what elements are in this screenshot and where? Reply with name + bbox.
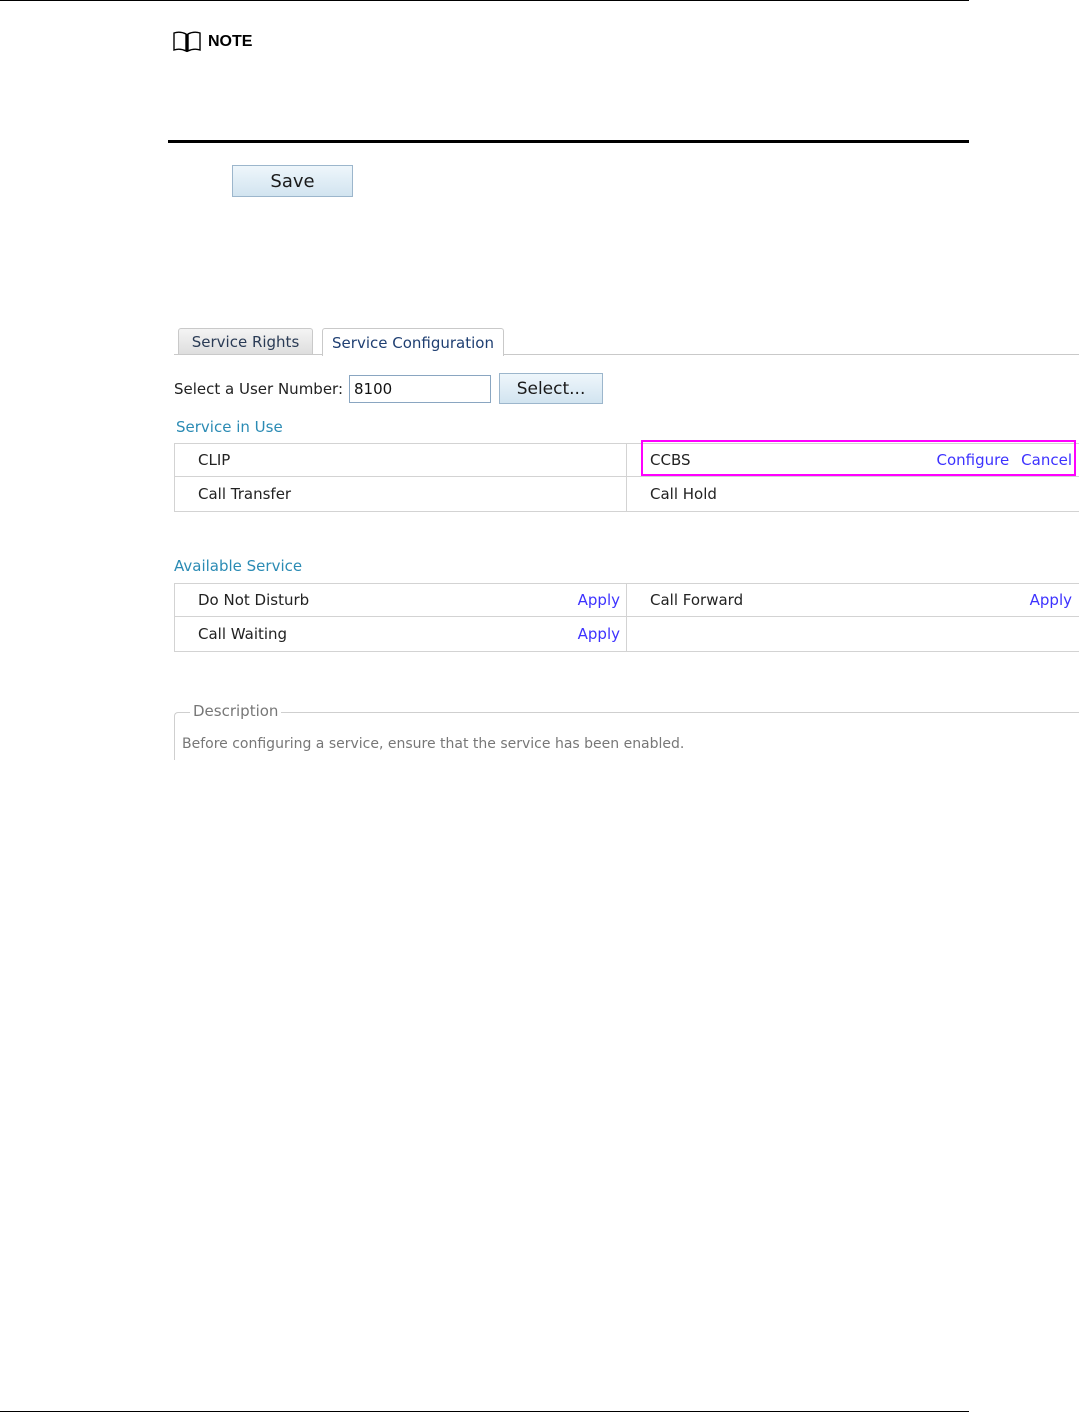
service-name: Call Hold (650, 485, 717, 503)
select-button[interactable]: Select... (499, 373, 604, 404)
page-top-rule (0, 0, 969, 1)
service-cell-call-transfer: Call Transfer (175, 477, 627, 511)
service-cell-call-hold: Call Hold (627, 477, 1078, 511)
service-name: CCBS (650, 451, 691, 469)
page-bottom-rule (0, 1411, 969, 1412)
table-row: Call Waiting Apply (175, 617, 1079, 651)
tab-bar: Service Rights Service Configuration (174, 326, 1079, 356)
service-in-use-table: CLIP CCBS Configure Cancel Call Transfer… (174, 443, 1079, 512)
table-row: Do Not Disturb Apply Call Forward Apply (175, 584, 1079, 617)
table-row: Call Transfer Call Hold (175, 477, 1079, 511)
service-name: Do Not Disturb (198, 591, 310, 609)
available-service-title: Available Service (174, 557, 303, 575)
apply-link[interactable]: Apply (578, 591, 620, 609)
service-configuration-panel: Service Rights Service Configuration Sel… (174, 326, 1079, 760)
empty-cell (627, 617, 1078, 651)
description-box: Description Before configuring a service… (174, 702, 1079, 760)
table-row: CLIP CCBS Configure Cancel (175, 444, 1079, 477)
user-number-row: Select a User Number: Select... (174, 373, 604, 404)
service-cell-do-not-disturb: Do Not Disturb Apply (175, 584, 627, 616)
service-cell-clip: CLIP (175, 444, 627, 476)
configure-link[interactable]: Configure (936, 451, 1009, 469)
note-header: NOTE (172, 30, 252, 54)
user-number-label: Select a User Number: (174, 379, 344, 398)
save-button[interactable]: Save (232, 165, 353, 197)
tab-service-rights[interactable]: Service Rights (178, 328, 313, 354)
note-divider (168, 140, 969, 143)
ccbs-actions: Configure Cancel (936, 451, 1072, 469)
apply-link[interactable]: Apply (578, 625, 620, 643)
service-cell-ccbs: CCBS Configure Cancel (627, 444, 1078, 476)
service-name: CLIP (198, 451, 231, 469)
service-name: Call Forward (650, 591, 744, 609)
service-cell-call-waiting: Call Waiting Apply (175, 617, 627, 651)
book-icon (173, 31, 201, 53)
cancel-link[interactable]: Cancel (1021, 451, 1072, 469)
available-service-table: Do Not Disturb Apply Call Forward Apply … (174, 583, 1079, 652)
service-name: Call Waiting (198, 625, 288, 643)
service-name: Call Transfer (198, 485, 292, 503)
service-in-use-title: Service in Use (176, 418, 283, 436)
user-number-input[interactable] (349, 374, 492, 403)
tab-service-configuration[interactable]: Service Configuration (322, 328, 504, 356)
note-label: NOTE (208, 33, 253, 50)
apply-link[interactable]: Apply (1030, 591, 1072, 609)
description-legend: Description (190, 702, 282, 720)
service-cell-call-forward: Call Forward Apply (627, 584, 1078, 616)
description-text: Before configuring a service, ensure tha… (182, 736, 685, 752)
